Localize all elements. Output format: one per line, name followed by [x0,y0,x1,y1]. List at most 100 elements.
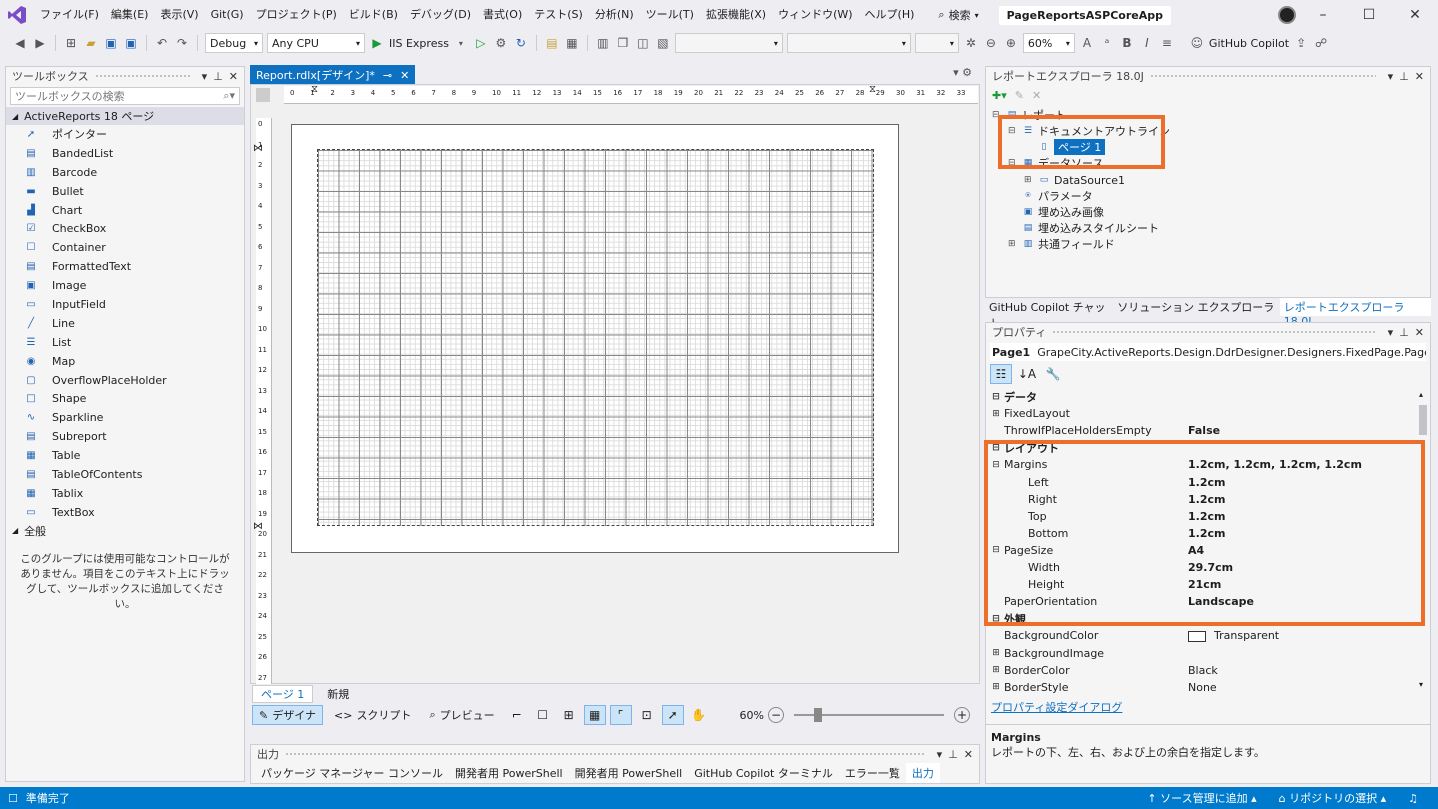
grip[interactable] [285,752,925,756]
close-icon[interactable]: ✕ [1415,70,1424,83]
copilot-icon[interactable]: ☺ [1189,35,1205,51]
tool-item-container[interactable]: ☐ Container [6,238,244,257]
property-row[interactable]: ⊞ BackgroundImage [990,645,1400,662]
close-icon[interactable]: ✕ [400,69,409,82]
repository-button[interactable]: ⌂ リポジトリの選択 ▴ [1279,790,1387,806]
close-icon[interactable]: ✕ [229,70,238,83]
left-margin-handle[interactable]: ⧖ [311,84,321,104]
menu-item[interactable]: テスト(S) [528,0,589,30]
menu-item[interactable]: Git(G) [205,0,250,30]
property-value[interactable]: False [1188,424,1400,437]
object-selector[interactable]: Page1 GrapeCity.ActiveReports.Design.Ddr… [990,343,1426,361]
bold-icon[interactable]: B [1119,35,1135,51]
menu-item[interactable]: 書式(O) [477,0,528,30]
tool-item-list[interactable]: ☰ List [6,333,244,352]
menu-item[interactable]: 分析(N) [589,0,640,30]
tool-item-table[interactable]: ▦ Table [6,446,244,465]
scroll-down-icon[interactable]: ▾ [1419,680,1423,689]
menu-item[interactable]: ビルド(B) [343,0,404,30]
expand-icon[interactable]: ⊞ [990,665,1002,675]
snap-lines-icon[interactable]: ⌐ [506,705,528,725]
edit-icon[interactable]: ✎ [1015,89,1024,102]
pin-icon[interactable]: ⊥ [213,70,223,83]
right-margin-handle[interactable]: ⧖ [869,84,879,104]
close-icon[interactable]: ✕ [1415,326,1424,339]
add-icon[interactable]: ✚▾ [992,89,1007,102]
property-grid-scrollbar[interactable] [1419,405,1427,435]
pointer-icon[interactable]: ➚ [661,705,684,725]
font-select[interactable]: ▾ [674,33,783,53]
report-icon[interactable]: ▤ [544,35,560,51]
grip[interactable] [1052,330,1376,334]
expand-icon[interactable]: ⊞ [990,682,1002,692]
property-value[interactable]: Transparent [1188,629,1400,642]
snap-grid-icon[interactable]: ▦ [583,705,606,725]
share-icon[interactable]: ⇪ [1293,35,1309,51]
categorized-icon[interactable]: ☷ [990,364,1012,384]
tool-item-barcode[interactable]: ▥ Barcode [6,163,244,182]
tool-item-sparkline[interactable]: ∿ Sparkline [6,408,244,427]
panel-tab[interactable]: レポートエクスプローラ 18.0J [1279,298,1431,328]
zoom-out-button[interactable]: − [768,707,784,723]
panel-tab[interactable]: ソリューション エクスプローラー [1113,298,1279,330]
tool-item-shape[interactable]: □ Shape [6,389,244,408]
property-row[interactable]: ⊞ BorderStyle None [990,679,1400,696]
attach-icon[interactable]: ⚙ [493,35,509,51]
tree-node-parameters[interactable]: ⍟ パラメータ [1008,188,1092,204]
search-button[interactable]: ⌕ 検索 ▾ [930,4,986,26]
tool-item-line[interactable]: ╱ Line [6,314,244,333]
tab-overflow-icon[interactable]: ▾ ⚙ [953,66,972,79]
chevron-down-icon[interactable]: ▾ [202,70,208,83]
zoom-slider-thumb[interactable] [814,708,822,722]
group-icon[interactable]: ❐ [615,35,631,51]
output-tab[interactable]: 開発者用 PowerShell [569,763,689,783]
minimize-button[interactable]: – [1300,7,1346,23]
tool-item-bandedlist[interactable]: ▤ BandedList [6,144,244,163]
menu-item[interactable]: 拡張機能(X) [700,0,772,30]
rulers-icon[interactable]: ⌜ [609,705,632,725]
layout-icon[interactable]: ▦ [564,35,580,51]
zoom-out-icon[interactable]: ⊖ [983,35,999,51]
new-project-icon[interactable]: ⊞ [63,35,79,51]
output-tab[interactable]: GitHub Copilot ターミナル [688,763,839,783]
close-icon[interactable]: ✕ [964,748,973,761]
copilot-label[interactable]: GitHub Copilot [1209,37,1289,50]
tree-node-datasource1[interactable]: ⊞ ▭ DataSource1 [1024,172,1125,188]
tree-node-common-fields[interactable]: ⊞ ▥ 共通フィールド [1008,236,1115,252]
zoom-in-button[interactable]: + [954,707,970,723]
pin-icon[interactable]: ⊥ [1399,326,1409,339]
refresh-icon[interactable]: ↻ [513,35,529,51]
config-select[interactable]: Debug ▾ [205,33,263,53]
zoom-select[interactable]: 60% ▾ [1022,33,1075,53]
property-value[interactable]: Black [1188,664,1400,677]
property-value[interactable]: None [1188,681,1400,694]
bottom-margin-handle[interactable]: ⋈ [253,521,271,532]
align-icon[interactable]: ▥ [595,35,611,51]
property-category[interactable]: ⊟ データ [990,388,1400,405]
tool-item-formattedtext[interactable]: ▤ FormattedText [6,257,244,276]
tool-item-map[interactable]: ◉ Map [6,352,244,371]
top-margin-handle[interactable]: ⋈ [253,143,271,154]
tool-item-textbox[interactable]: ▭ TextBox [6,503,244,522]
open-folder-icon[interactable]: ▰ [83,35,99,51]
preview-mode-button[interactable]: ⌕ プレビュー [422,705,501,725]
close-button[interactable]: ✕ [1392,7,1438,23]
menu-item[interactable]: 表示(V) [154,0,204,30]
platform-select[interactable]: Any CPU ▾ [267,33,365,53]
tool-item-image[interactable]: ▣ Image [6,276,244,295]
property-dialog-link[interactable]: プロパティ設定ダイアログ [991,699,1122,715]
tool-item-toc[interactable]: ▤ TableOfContents [6,465,244,484]
panel-tab[interactable]: GitHub Copilot チャット [985,298,1113,330]
menu-item[interactable]: デバッグ(D) [404,0,477,30]
run-icon[interactable]: ▶ [369,35,385,51]
scroll-up-icon[interactable]: ▴ [1419,390,1423,399]
output-tab[interactable]: エラー一覧 [839,763,906,783]
menu-item[interactable]: ツール(T) [640,0,700,30]
menu-item[interactable]: プロジェクト(P) [250,0,343,30]
zoom-slider[interactable] [794,708,944,722]
property-row[interactable]: BackgroundColor Transparent [990,627,1400,644]
tab-report-design[interactable]: Report.rdlx[デザイン]* ⊸ ✕ [250,65,416,85]
grip[interactable] [94,74,190,78]
source-control-button[interactable]: ↑ ソース管理に追加 ▴ [1147,790,1256,806]
chevron-down-icon[interactable]: ▾ [1388,70,1394,83]
